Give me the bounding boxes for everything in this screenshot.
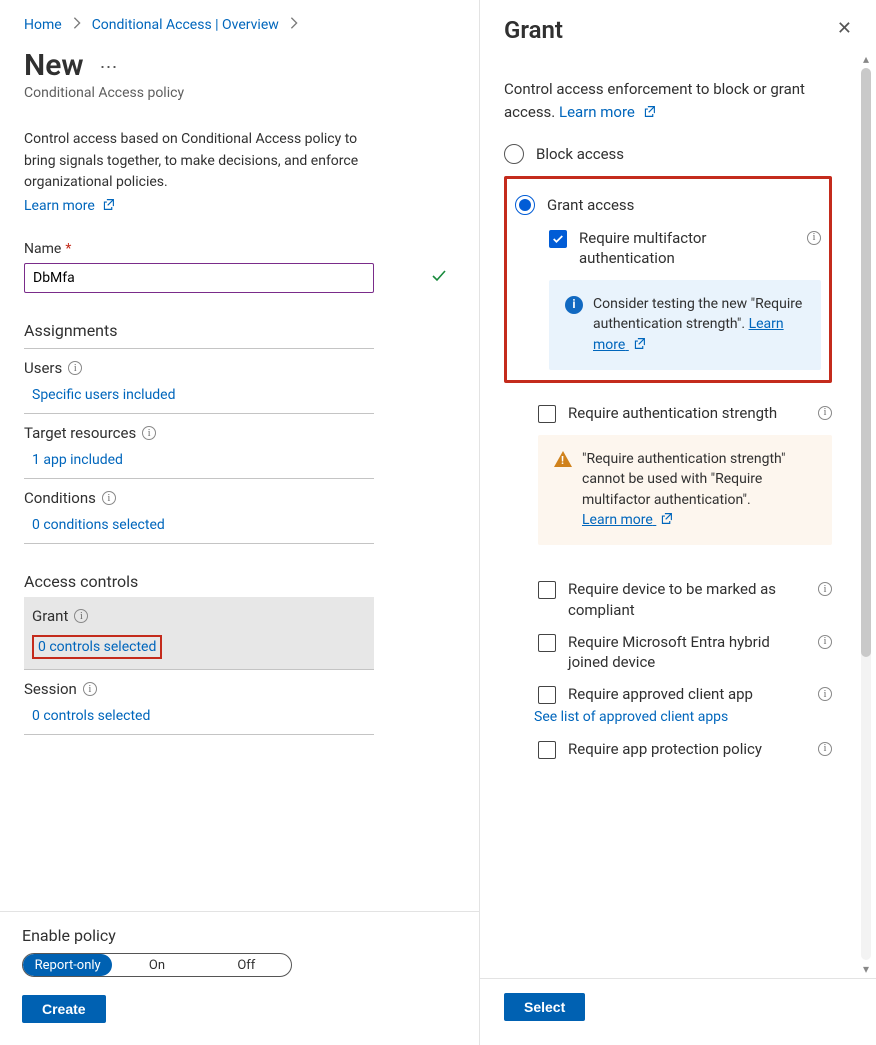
external-link-icon <box>102 198 115 215</box>
info-icon[interactable]: i <box>818 687 832 701</box>
seg-on[interactable]: On <box>112 954 201 976</box>
seg-report-only[interactable]: Report-only <box>23 954 112 976</box>
scroll-thumb[interactable] <box>861 68 871 657</box>
learn-more-label: Learn more <box>24 198 95 214</box>
main-panel: Home Conditional Access | Overview New ⋯… <box>0 0 480 1045</box>
enable-policy-label: Enable policy <box>22 926 457 945</box>
checkbox-icon <box>538 405 556 423</box>
intro-text: Control access based on Conditional Acce… <box>24 129 384 194</box>
access-session[interactable]: Session i 0 controls selected <box>24 670 374 735</box>
info-icon[interactable]: i <box>818 582 832 596</box>
breadcrumb: Home Conditional Access | Overview <box>24 16 455 34</box>
scroll-down-icon[interactable]: ▾ <box>863 962 869 976</box>
name-input[interactable] <box>24 263 374 293</box>
grant-blade: Grant ✕ Control access enforcement to bl… <box>480 0 876 1045</box>
learn-more-link[interactable]: Learn more <box>24 198 455 215</box>
blade-body: Control access enforcement to block or g… <box>480 50 856 978</box>
blade-title: Grant <box>504 16 563 44</box>
seg-off[interactable]: Off <box>202 954 291 976</box>
target-resources-label: Target resources <box>24 424 136 442</box>
info-icon[interactable]: i <box>83 682 97 696</box>
assignments-conditions[interactable]: Conditions i 0 conditions selected <box>24 479 374 544</box>
warn-callout-auth-strength: "Require authentication strength" cannot… <box>538 435 832 545</box>
users-value[interactable]: Specific users included <box>32 387 176 403</box>
blade-description: Control access enforcement to block or g… <box>504 78 832 124</box>
info-icon[interactable]: i <box>74 609 88 623</box>
info-icon[interactable]: i <box>68 361 82 375</box>
info-icon[interactable]: i <box>807 231 821 245</box>
external-link-icon <box>660 511 673 531</box>
info-circle-icon: i <box>565 296 583 314</box>
assignments-users[interactable]: Users i Specific users included <box>24 349 374 414</box>
section-assignments: Assignments <box>24 321 374 349</box>
conditions-value[interactable]: 0 conditions selected <box>32 517 165 533</box>
chevron-right-icon <box>287 16 301 34</box>
approved-apps-link[interactable]: See list of approved client apps <box>534 709 728 725</box>
radio-block-access[interactable]: Block access <box>504 144 832 164</box>
more-icon[interactable]: ⋯ <box>100 59 118 77</box>
close-icon[interactable]: ✕ <box>837 20 852 38</box>
grant-label: Grant <box>32 607 68 625</box>
breadcrumb-home[interactable]: Home <box>24 17 62 33</box>
check-require-auth-strength[interactable]: Require authentication strength i <box>538 403 832 423</box>
target-resources-value[interactable]: 1 app included <box>32 452 123 468</box>
page-title: New <box>24 48 84 83</box>
enable-policy-toggle[interactable]: Report-only On Off <box>22 953 292 977</box>
create-button[interactable]: Create <box>22 995 106 1023</box>
users-label: Users <box>24 359 62 377</box>
session-value[interactable]: 0 controls selected <box>32 708 150 724</box>
chevron-right-icon <box>70 16 84 34</box>
info-icon[interactable]: i <box>818 406 832 420</box>
section-access-controls: Access controls <box>24 572 455 591</box>
radio-grant-access[interactable]: Grant access <box>515 195 821 215</box>
valid-check-icon <box>431 268 447 288</box>
checkbox-icon <box>538 634 556 652</box>
blade-learn-more-link[interactable]: Learn more <box>559 103 656 121</box>
checkbox-icon <box>538 686 556 704</box>
check-require-app-protection[interactable]: Require app protection policy i <box>538 739 832 759</box>
info-icon[interactable]: i <box>102 491 116 505</box>
external-link-icon <box>643 102 656 125</box>
breadcrumb-conditional-access[interactable]: Conditional Access | Overview <box>92 17 279 33</box>
footer: Enable policy Report-only On Off Create <box>0 911 479 1045</box>
blade-footer: Select <box>480 978 876 1045</box>
info-icon[interactable]: i <box>818 742 832 756</box>
assignments-target-resources[interactable]: Target resources i 1 app included <box>24 414 374 479</box>
radio-icon <box>504 144 524 164</box>
check-require-hybrid-joined[interactable]: Require Microsoft Entra hybrid joined de… <box>538 632 832 673</box>
external-link-icon <box>633 336 646 356</box>
radio-icon-selected <box>515 195 535 215</box>
info-icon[interactable]: i <box>142 426 156 440</box>
checkbox-icon <box>538 581 556 599</box>
scrollbar[interactable]: ▴ ▾ <box>856 50 876 978</box>
scroll-up-icon[interactable]: ▴ <box>863 52 869 66</box>
name-label: Name* <box>24 241 455 257</box>
highlight-grant-access: Grant access Require multifactor authent… <box>504 176 832 383</box>
check-require-compliant-device[interactable]: Require device to be marked as compliant… <box>538 579 832 620</box>
session-label: Session <box>24 680 77 698</box>
checkbox-icon <box>538 741 556 759</box>
warning-triangle-icon <box>554 451 572 467</box>
page-subtitle: Conditional Access policy <box>24 85 455 101</box>
select-button[interactable]: Select <box>504 993 585 1021</box>
access-grant[interactable]: Grant i 0 controls selected <box>24 597 374 670</box>
grant-value[interactable]: 0 controls selected <box>38 639 156 655</box>
info-icon[interactable]: i <box>818 635 832 649</box>
conditions-label: Conditions <box>24 489 96 507</box>
info-callout-auth-strength: i Consider testing the new "Require auth… <box>549 280 821 370</box>
check-require-mfa[interactable]: Require multifactor authentication i <box>549 228 821 269</box>
scroll-track[interactable] <box>861 68 871 960</box>
check-require-approved-client-app[interactable]: Require approved client app i <box>538 684 832 704</box>
warn-callout-link[interactable]: Learn more <box>582 512 673 528</box>
checkbox-icon-checked <box>549 230 567 248</box>
